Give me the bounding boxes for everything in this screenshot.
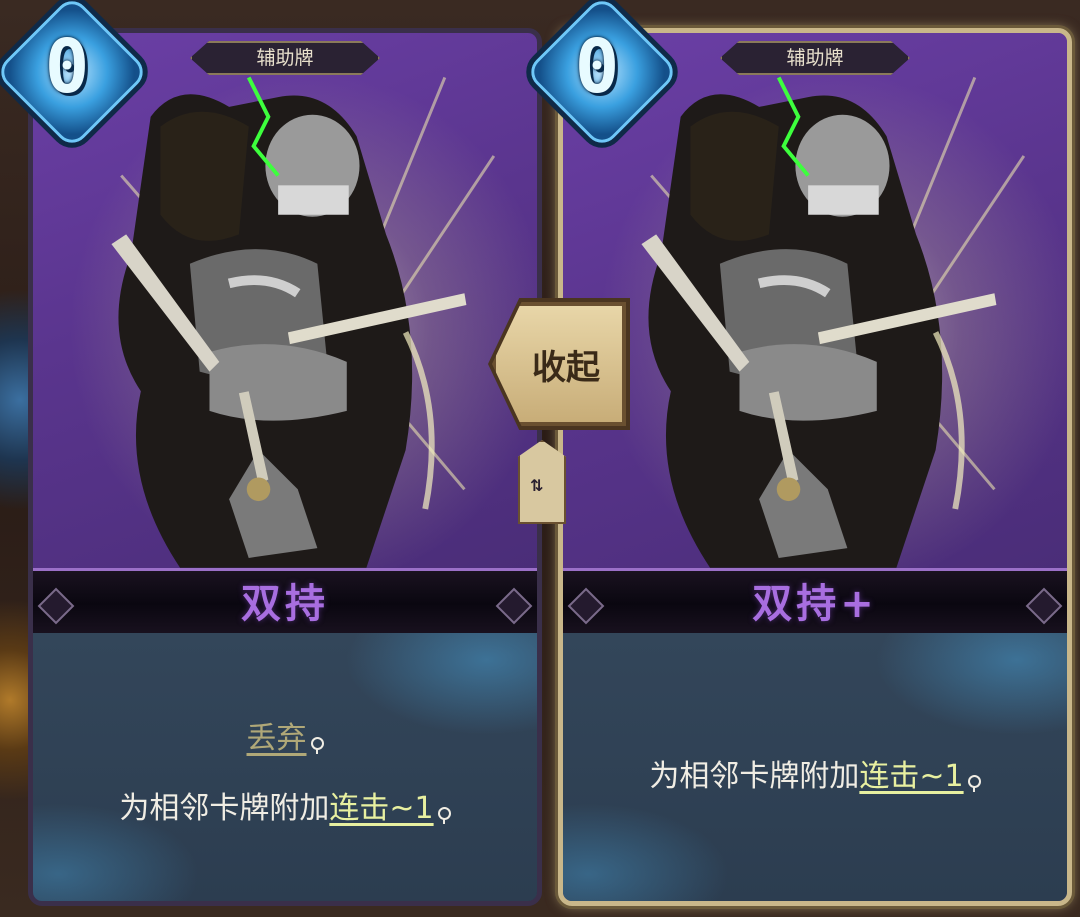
card-name-bar: 双持 <box>33 568 537 640</box>
cost-gem: 0 <box>0 0 157 157</box>
magnifier-icon[interactable] <box>967 775 981 792</box>
card-frame: 辅助牌 双持 丢弃 为相邻卡牌附加连击~1 <box>28 28 542 906</box>
card-dual-wield-plus[interactable]: 辅助牌 双持+ 为相邻卡牌附加连击~1 0 <box>517 0 1072 906</box>
card-dual-wield[interactable]: 辅助牌 双持 丢弃 为相邻卡牌附加连击~1 0 <box>0 0 542 906</box>
desc-line-2: 为相邻卡牌附加连击~1 <box>33 783 537 827</box>
sort-tab[interactable]: ⇅ <box>518 440 566 524</box>
card-name: 双持 <box>241 581 329 627</box>
card-name: 双持+ <box>752 581 878 627</box>
keyword-discard[interactable]: 丢弃 <box>247 721 307 756</box>
card-type-banner: 辅助牌 <box>720 41 910 75</box>
cost-value: 0 <box>44 24 90 110</box>
card-name-bar: 双持+ <box>563 568 1067 640</box>
card-frame: 辅助牌 双持+ 为相邻卡牌附加连击~1 <box>558 28 1072 906</box>
desc-text: 为相邻卡牌附加 <box>649 759 860 794</box>
desc-text: 为相邻卡牌附加 <box>119 791 330 826</box>
magnifier-icon[interactable] <box>437 807 451 824</box>
sort-icon: ⇅ <box>530 476 544 495</box>
desc-line-1: 丢弃 <box>33 713 537 757</box>
card-description: 丢弃 为相邻卡牌附加连击~1 <box>33 633 537 901</box>
desc-line-1: 为相邻卡牌附加连击~1 <box>563 751 1067 795</box>
magnifier-icon[interactable] <box>310 737 324 754</box>
keyword-combo[interactable]: 连击~1 <box>329 791 433 826</box>
card-description: 为相邻卡牌附加连击~1 <box>563 633 1067 901</box>
card-type-banner: 辅助牌 <box>190 41 380 75</box>
keyword-combo[interactable]: 连击~1 <box>859 759 963 794</box>
cost-value: 0 <box>574 24 620 110</box>
cost-gem: 0 <box>517 0 687 157</box>
